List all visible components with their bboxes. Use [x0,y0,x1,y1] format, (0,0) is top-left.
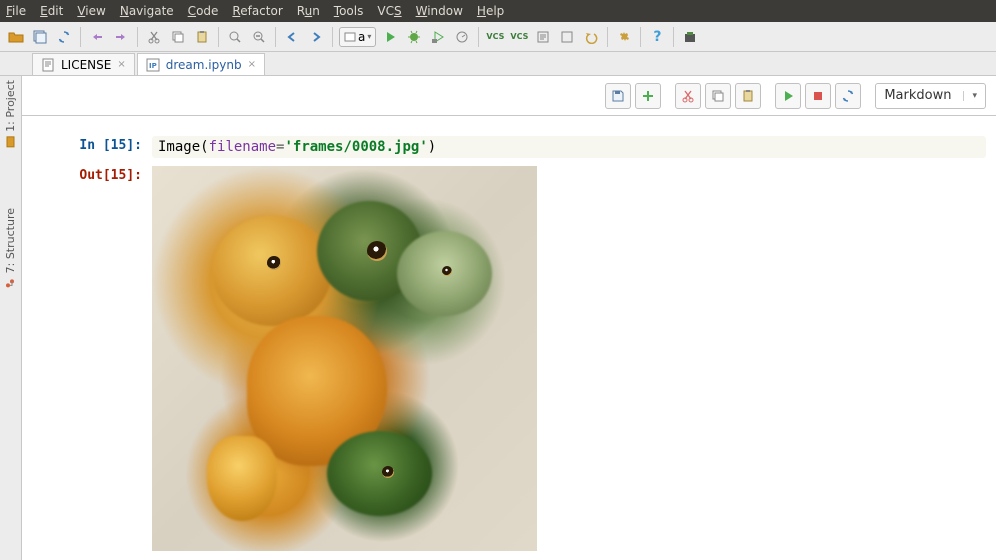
menu-run[interactable]: Run [297,4,320,18]
tool-window-structure[interactable]: 7: Structure [4,208,17,289]
help-icon[interactable]: ? [647,27,667,47]
left-tool-stripe: 1: Project 7: Structure [0,76,22,560]
main-menu-bar: File Edit View Navigate Code Refactor Ru… [0,0,996,22]
run-coverage-icon[interactable] [428,27,448,47]
tab-dream-ipynb[interactable]: IP dream.ipynb × [137,53,265,75]
sync-icon[interactable] [54,27,74,47]
copy-icon[interactable] [168,27,188,47]
stop-cell-icon[interactable] [805,83,831,109]
menu-edit[interactable]: Edit [40,4,63,18]
menu-navigate[interactable]: Navigate [120,4,174,18]
undo-icon[interactable] [87,27,107,47]
revert-icon[interactable] [581,27,601,47]
close-icon[interactable]: × [248,59,256,70]
vcs-commit-icon[interactable]: VCS [509,27,529,47]
paste-icon[interactable] [192,27,212,47]
close-icon[interactable]: × [117,59,125,70]
debug-icon[interactable] [404,27,424,47]
menu-refactor[interactable]: Refactor [232,4,282,18]
add-cell-icon[interactable] [635,83,661,109]
paste-cell-icon[interactable] [735,83,761,109]
copy-cell-icon[interactable] [705,83,731,109]
python-console-icon[interactable] [680,27,700,47]
svg-text:IP: IP [149,62,157,70]
save-icon[interactable] [605,83,631,109]
menu-window[interactable]: Window [416,4,463,18]
output-image [152,166,537,551]
restart-kernel-icon[interactable] [835,83,861,109]
vcs-show-icon[interactable] [557,27,577,47]
vcs-history-icon[interactable] [533,27,553,47]
text-file-icon [41,58,55,72]
forward-icon[interactable] [306,27,326,47]
editor-tabs: LICENSE × IP dream.ipynb × [0,52,996,76]
cell-type-select[interactable]: Markdown [875,83,986,109]
menu-help[interactable]: Help [477,4,504,18]
notebook-toolbar: Markdown [22,76,996,116]
menu-tools[interactable]: Tools [334,4,364,18]
tab-license[interactable]: LICENSE × [32,53,135,75]
code-input[interactable]: Image(filename='frames/0008.jpg') [152,136,986,158]
redo-icon[interactable] [111,27,131,47]
notebook-body[interactable]: In [15]: Image(filename='frames/0008.jpg… [22,116,996,560]
run-icon[interactable] [380,27,400,47]
tab-label: LICENSE [61,58,111,72]
menu-code[interactable]: Code [188,4,219,18]
profile-icon[interactable] [452,27,472,47]
menu-view[interactable]: View [77,4,105,18]
zoom-out-icon[interactable] [249,27,269,47]
editor-area: Markdown In [15]: Image(filename='frames… [22,76,996,560]
menu-file[interactable]: File [6,4,26,18]
settings-icon[interactable] [614,27,634,47]
in-prompt: In [15]: [32,136,152,158]
save-all-icon[interactable] [30,27,50,47]
vcs-update-icon[interactable]: VCS [485,27,505,47]
run-cell-icon[interactable] [775,83,801,109]
output-cell: Out[15]: [32,166,986,551]
tab-label: dream.ipynb [166,58,242,72]
back-icon[interactable] [282,27,302,47]
run-config-combo[interactable]: a [339,27,376,47]
menu-vcs[interactable]: VCS [377,4,401,18]
tool-window-project[interactable]: 1: Project [4,80,17,148]
notebook-file-icon: IP [146,58,160,72]
zoom-in-icon[interactable] [225,27,245,47]
cut-icon[interactable] [144,27,164,47]
main-toolbar: a VCS VCS ? [0,22,996,52]
code-cell: In [15]: Image(filename='frames/0008.jpg… [32,136,986,158]
open-folder-icon[interactable] [6,27,26,47]
cut-cell-icon[interactable] [675,83,701,109]
out-prompt: Out[15]: [32,166,152,551]
